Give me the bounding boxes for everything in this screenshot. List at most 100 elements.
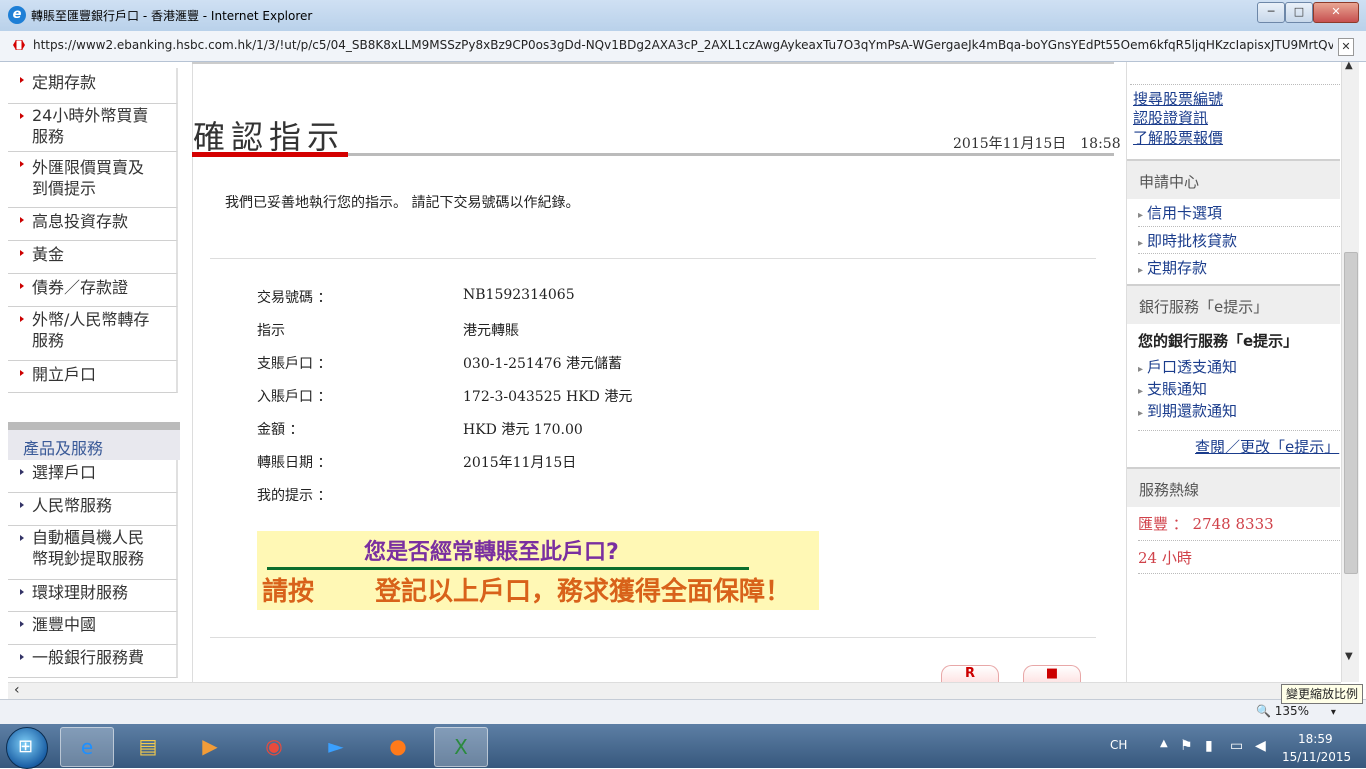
nav-label: 外匯限價買賣及 到價提示 — [32, 158, 145, 198]
tray-expand-icon[interactable]: ▲ — [1160, 738, 1168, 749]
bullet-icon — [20, 621, 24, 627]
nav-label: 滙豐中國 — [32, 615, 97, 634]
banner-text: 登記以上戶口，務求獲得全面保障！ — [375, 577, 792, 607]
nav-label: 定期存款 — [32, 73, 97, 92]
bullet-icon — [20, 283, 24, 289]
address-bar: https://www2.ebanking.hsbc.com.hk/1/3/!u… — [0, 31, 1366, 62]
nav-item-fx-limit-order[interactable]: 外匯限價買賣及 到價提示 — [8, 152, 178, 208]
nav-item-fixed-deposit[interactable]: 定期存款 — [8, 68, 178, 104]
nav-label: 環球理財服務 — [32, 583, 129, 602]
nav-item-select-account[interactable]: 選擇戶口 — [8, 460, 178, 493]
bullet-icon — [20, 370, 24, 376]
ealert-debit[interactable]: 支賬通知 — [1138, 378, 1207, 399]
nav-item-rmb-services[interactable]: 人民幣服務 — [8, 493, 178, 526]
title-underline-grey — [348, 153, 1114, 156]
url-field[interactable]: https://www2.ebanking.hsbc.com.hk/1/3/!u… — [33, 38, 1333, 52]
nav-item-fx-trading[interactable]: 24小時外幣買賣 服務 — [8, 104, 178, 152]
nav-item-gold[interactable]: 黃金 — [8, 241, 178, 274]
window-titlebar: e 轉賬至匯豐銀行戶口 - 香港滙豐 - Internet Explorer ─… — [0, 0, 1366, 32]
nav-item-bank-charges[interactable]: 一般銀行服務費 — [8, 645, 178, 678]
banner-question: 您是否經常轉賬至此戶口? — [364, 540, 619, 565]
bullet-icon — [20, 113, 24, 119]
link-warrant-info[interactable]: 認股證資訊 — [1133, 107, 1208, 128]
nav-item-open-account[interactable]: 開立戶口 — [8, 361, 178, 393]
apply-instant-loan[interactable]: 即時批核貸款 — [1138, 230, 1237, 251]
nav-label: 開立戶口 — [32, 365, 97, 384]
windows-logo-icon: ⊞ — [18, 736, 34, 757]
link-search-stock-code[interactable]: 搜尋股票編號 — [1133, 88, 1223, 109]
bullet-icon — [20, 654, 24, 660]
print-button[interactable]: ■ — [1023, 665, 1081, 683]
nav-item-global-banking[interactable]: 環球理財服務 — [8, 580, 178, 612]
taskbar-chrome-icon[interactable]: ◉ — [248, 727, 300, 765]
scroll-left-icon[interactable]: ‹ — [14, 682, 20, 698]
nav-label: 24小時外幣買賣 服務 — [32, 106, 149, 146]
link-stock-quotes[interactable]: 了解股票報價 — [1133, 127, 1223, 148]
action-button[interactable]: R — [941, 665, 999, 683]
zoom-icon: 🔍 — [1256, 704, 1271, 718]
clock-time[interactable]: 18:59 — [1298, 732, 1333, 746]
apply-fixed-deposit[interactable]: 定期存款 — [1138, 257, 1207, 278]
taskbar-excel-icon[interactable]: X — [434, 727, 488, 767]
nav-item-hsbc-china[interactable]: 滙豐中國 — [8, 612, 178, 645]
minimize-button[interactable]: ─ — [1257, 2, 1285, 23]
taskbar-player-icon[interactable]: ► — [310, 727, 362, 765]
scroll-thumb[interactable] — [1344, 252, 1358, 574]
products-list: 選擇戶口 人民幣服務 自動櫃員機人民 幣現鈔提取服務 環球理財服務 滙豐中國 一… — [8, 460, 180, 682]
label-my-reminder: 我的提示 ： — [257, 488, 332, 504]
maximize-button[interactable]: □ — [1285, 2, 1313, 23]
bullet-icon — [20, 217, 24, 223]
link-manage-ealert[interactable]: 查閱／更改「e提示」 — [1195, 436, 1340, 457]
horizontal-scrollbar[interactable]: ‹ — [8, 682, 1341, 700]
divider — [1138, 540, 1340, 541]
volume-icon[interactable]: ◀ — [1255, 738, 1266, 754]
scroll-up-icon[interactable]: ▲ — [1345, 60, 1353, 71]
apply-center-header: 申請中心 — [1127, 159, 1340, 199]
divider — [1138, 573, 1340, 574]
close-button[interactable]: ✕ — [1313, 2, 1359, 23]
bullet-icon — [20, 161, 24, 167]
stop-icon[interactable]: ✕ — [1338, 38, 1354, 56]
hotline-hours: 24 小時 — [1138, 549, 1192, 567]
power-icon[interactable]: ▮ — [1205, 738, 1213, 754]
label-amount: 金額 ： — [257, 422, 304, 438]
nav-label: 一般銀行服務費 — [32, 648, 145, 667]
divider — [1130, 84, 1340, 86]
nav-item-bonds[interactable]: 債券／存款證 — [8, 274, 178, 307]
register-account-banner[interactable]: 您是否經常轉賬至此戶口? 請按 登記以上戶口，務求獲得全面保障！ — [257, 531, 819, 610]
bullet-icon — [20, 469, 24, 475]
clock-date[interactable]: 15/11/2015 — [1282, 750, 1351, 764]
taskbar-ie-icon[interactable]: e — [60, 727, 114, 767]
apply-credit-card[interactable]: 信用卡選項 — [1138, 202, 1222, 223]
taskbar-firefox-icon[interactable]: ● — [372, 727, 424, 765]
divider — [1138, 226, 1340, 227]
section-title: 產品及服務 — [23, 439, 104, 458]
nav-item-high-yield-deposit[interactable]: 高息投資存款 — [8, 208, 178, 241]
bullet-icon — [20, 535, 24, 541]
ealert-heading: 您的銀行服務「e提示」 — [1138, 332, 1299, 350]
divider — [1138, 253, 1340, 254]
taskbar-explorer-icon[interactable]: ▤ — [122, 727, 174, 765]
chevron-down-icon[interactable]: ▾ — [1331, 707, 1336, 718]
value-transfer-date: 2015年11月15日 — [463, 455, 577, 471]
zoom-control[interactable]: 🔍 135% ▾ — [1256, 701, 1338, 721]
start-button[interactable]: ⊞ — [6, 727, 48, 769]
value-debit-account: 030-1-251476 港元儲蓄 — [463, 356, 622, 372]
input-language[interactable]: CH — [1110, 738, 1127, 752]
taskbar-media-icon[interactable]: ▶ — [184, 727, 236, 765]
divider — [210, 637, 1096, 638]
section-title: 銀行服務「e提示」 — [1139, 298, 1269, 316]
network-icon[interactable]: ▭ — [1230, 738, 1243, 754]
action-center-icon[interactable]: ⚑ — [1180, 738, 1193, 754]
scroll-down-icon[interactable]: ▼ — [1345, 651, 1353, 662]
vertical-scrollbar[interactable]: ▲ ▼ — [1341, 60, 1359, 682]
section-title: 服務熱線 — [1139, 481, 1200, 499]
nav-item-currency-conversion[interactable]: 外幣/人民幣轉存 服務 — [8, 307, 178, 361]
label-transfer-date: 轉賬日期 ： — [257, 455, 332, 471]
nav-item-atm-rmb[interactable]: 自動櫃員機人民 幣現鈔提取服務 — [8, 526, 178, 580]
ealert-repayment[interactable]: 到期還款通知 — [1138, 400, 1237, 421]
nav-label: 債券／存款證 — [32, 278, 129, 297]
ealert-overdraft[interactable]: 戶口透支通知 — [1138, 356, 1237, 377]
banner-prefix: 請按 — [262, 577, 315, 607]
value-credit-account: 172-3-043525 HKD 港元 — [463, 389, 633, 405]
